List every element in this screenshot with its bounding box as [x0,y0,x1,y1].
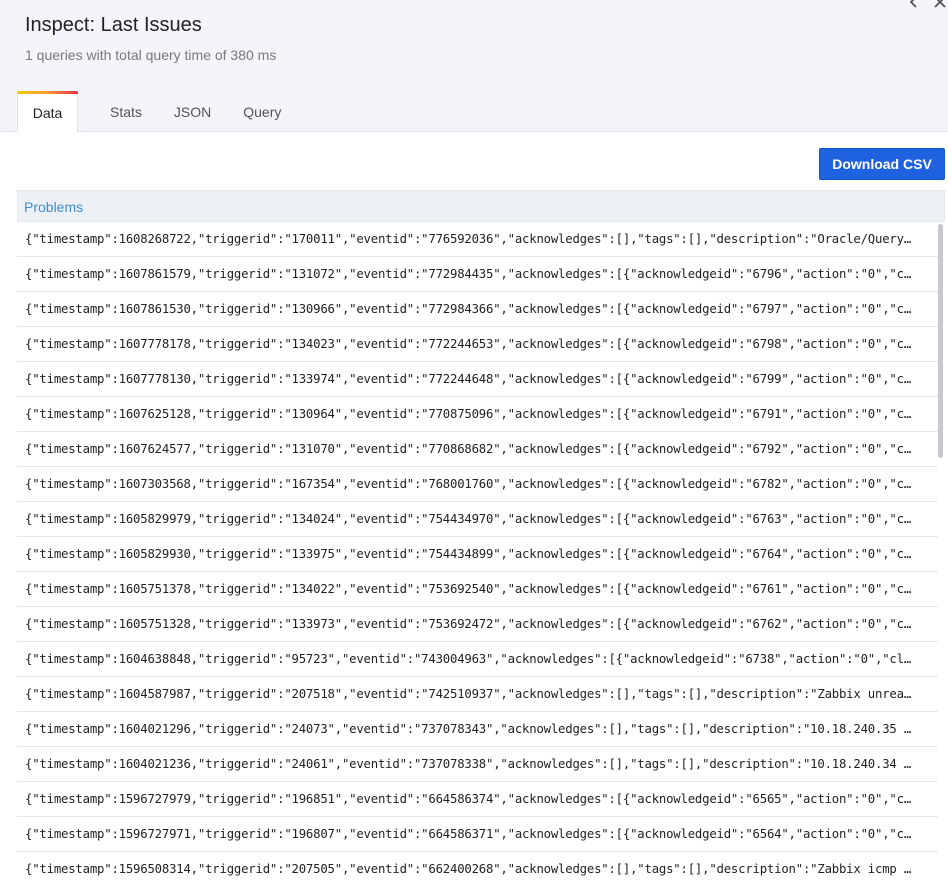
table-row[interactable]: {"timestamp":1604587987,"triggerid":"207… [17,677,938,712]
row-json: {"timestamp":1607778130,"triggerid":"133… [25,372,912,386]
row-json: {"timestamp":1605751328,"triggerid":"133… [25,617,912,631]
row-json: {"timestamp":1604638848,"triggerid":"957… [25,652,912,666]
row-json: {"timestamp":1596727979,"triggerid":"196… [25,792,912,806]
download-csv-button[interactable]: Download CSV [819,148,945,180]
table-row[interactable]: {"timestamp":1607625128,"triggerid":"130… [17,397,938,432]
table-row[interactable]: {"timestamp":1607861579,"triggerid":"131… [17,257,938,292]
row-json: {"timestamp":1608268722,"triggerid":"170… [25,232,912,246]
row-json: {"timestamp":1605829930,"triggerid":"133… [25,547,912,561]
row-json: {"timestamp":1607303568,"triggerid":"167… [25,477,912,491]
tab-json[interactable]: JSON [158,91,227,132]
table-row[interactable]: {"timestamp":1605829930,"triggerid":"133… [17,537,938,572]
row-json: {"timestamp":1605751378,"triggerid":"134… [25,582,912,596]
table-row[interactable]: {"timestamp":1607778130,"triggerid":"133… [17,362,938,397]
query-summary: 1 queries with total query time of 380 m… [25,47,277,63]
row-json: {"timestamp":1596727971,"triggerid":"196… [25,827,912,841]
row-json: {"timestamp":1607861530,"triggerid":"130… [25,302,912,316]
tab-query[interactable]: Query [227,91,297,132]
table-row[interactable]: {"timestamp":1605751378,"triggerid":"134… [17,572,938,607]
table-row[interactable]: {"timestamp":1607303568,"triggerid":"167… [17,467,938,502]
chevron-left-icon[interactable] [906,0,922,10]
table-row[interactable]: {"timestamp":1596727971,"triggerid":"196… [17,817,938,852]
drawer-controls [906,0,948,10]
tab-stats[interactable]: Stats [94,91,158,132]
data-table: {"timestamp":1608268722,"triggerid":"170… [17,222,938,884]
row-json: {"timestamp":1604587987,"triggerid":"207… [25,687,912,701]
row-json: {"timestamp":1604021296,"triggerid":"240… [25,722,912,736]
row-json: {"timestamp":1607624577,"triggerid":"131… [25,442,912,456]
table-row[interactable]: {"timestamp":1605751328,"triggerid":"133… [17,607,938,642]
table-row[interactable]: {"timestamp":1605829979,"triggerid":"134… [17,502,938,537]
table-row[interactable]: {"timestamp":1596508314,"triggerid":"207… [17,852,938,884]
table-header-label: Problems [24,199,84,215]
table-row[interactable]: {"timestamp":1607861530,"triggerid":"130… [17,292,938,327]
page-title: Inspect: Last Issues [25,14,202,36]
row-json: {"timestamp":1607625128,"triggerid":"130… [25,407,912,421]
close-icon[interactable] [932,0,948,10]
table-scrollbar[interactable] [938,224,943,458]
inspect-header: Inspect: Last Issues 1 queries with tota… [0,0,948,133]
row-json: {"timestamp":1596508314,"triggerid":"207… [25,862,912,876]
row-json: {"timestamp":1605829979,"triggerid":"134… [25,512,912,526]
table-row[interactable]: {"timestamp":1604021236,"triggerid":"240… [17,747,938,782]
table-row[interactable]: {"timestamp":1608268722,"triggerid":"170… [17,222,938,257]
row-json: {"timestamp":1607861579,"triggerid":"131… [25,267,912,281]
table-row[interactable]: {"timestamp":1604638848,"triggerid":"957… [17,642,938,677]
row-json: {"timestamp":1604021236,"triggerid":"240… [25,757,912,771]
tab-data[interactable]: Data [17,91,78,133]
table-header: Problems [17,190,945,222]
table-row[interactable]: {"timestamp":1607624577,"triggerid":"131… [17,432,938,467]
inspect-tabs: Data Stats JSON Query [17,91,297,133]
table-row[interactable]: {"timestamp":1604021296,"triggerid":"240… [17,712,938,747]
table-row[interactable]: {"timestamp":1607778178,"triggerid":"134… [17,327,938,362]
table-row[interactable]: {"timestamp":1596727979,"triggerid":"196… [17,782,938,817]
row-json: {"timestamp":1607778178,"triggerid":"134… [25,337,912,351]
